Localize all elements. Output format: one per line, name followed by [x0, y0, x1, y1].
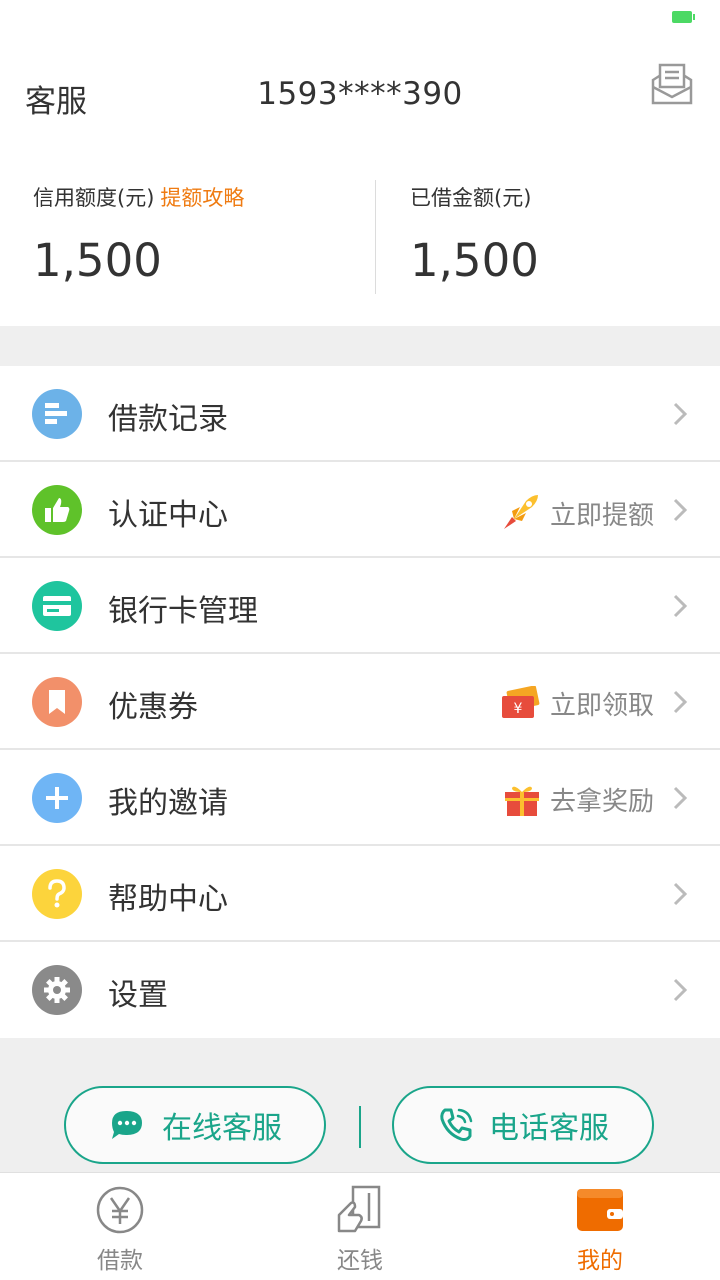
tab-borrow[interactable]: 借款: [60, 1185, 180, 1275]
tab-label: 借款: [97, 1248, 143, 1274]
credit-limit-block: 信用额度(元) 提额攻略 1,500: [33, 182, 244, 287]
credit-limit-value: 1,500: [33, 234, 162, 287]
menu-item-coupons[interactable]: 优惠券 ¥ 立即领取: [0, 654, 720, 750]
borrowed-block: 已借金额(元) 1,500: [410, 182, 539, 287]
credit-summary: 信用额度(元) 提额攻略 1,500 已借金额(元) 1,500: [0, 148, 720, 326]
menu-item-label: 帮助中心: [108, 882, 228, 917]
section-gap: [0, 326, 720, 366]
menu-item-label: 银行卡管理: [108, 594, 258, 629]
chevron-right-icon: [673, 978, 688, 1002]
thumbs-up-icon: [32, 485, 82, 535]
menu-item-label: 优惠券: [108, 690, 198, 725]
tab-repay[interactable]: 还钱: [300, 1185, 420, 1275]
menu-item-verification[interactable]: 认证中心 立即提额: [0, 462, 720, 558]
top-bar: 客服 1593****390: [0, 40, 720, 148]
plus-icon: [32, 773, 82, 823]
menu-item-label: 设置: [108, 978, 168, 1013]
menu-item-extra: 立即领取: [549, 691, 654, 721]
divider: [359, 1106, 361, 1148]
chevron-right-icon: [673, 690, 688, 714]
bank-card-icon: [32, 581, 82, 631]
phone-icon: [440, 1108, 473, 1142]
reward-hint: 去拿奖励: [504, 781, 654, 818]
chevron-right-icon: [673, 882, 688, 906]
bookmark-icon: [32, 677, 82, 727]
divider: [375, 180, 376, 294]
raise-limit-hint: 立即提额: [500, 493, 654, 533]
yen-icon: [96, 1186, 144, 1234]
online-service-label: 在线客服: [162, 1111, 282, 1146]
status-bar: [0, 0, 720, 40]
menu-item-loan-records[interactable]: 借款记录: [0, 366, 720, 462]
phone-service-label: 电话客服: [489, 1111, 609, 1146]
battery-icon: [672, 11, 695, 23]
hand-card-icon: [337, 1185, 381, 1233]
online-service-button[interactable]: 在线客服: [64, 1086, 326, 1164]
tab-label: 我的: [577, 1248, 623, 1274]
credit-limit-label: 信用额度(元): [33, 186, 155, 210]
borrowed-value: 1,500: [410, 234, 539, 287]
chevron-right-icon: [673, 402, 688, 426]
tab-mine[interactable]: 我的: [540, 1185, 660, 1275]
chevron-right-icon: [673, 498, 688, 522]
ticket-icon: ¥: [501, 685, 540, 718]
gift-icon: [504, 786, 539, 816]
list-icon: [32, 389, 82, 439]
wallet-icon: [577, 1189, 623, 1231]
chat-icon: [112, 1111, 142, 1139]
user-phone: 1593****390: [257, 76, 463, 112]
menu-item-invitations[interactable]: 我的邀请 去拿奖励: [0, 750, 720, 846]
menu-item-help[interactable]: 帮助中心: [0, 846, 720, 942]
menu-item-label: 我的邀请: [108, 786, 228, 821]
menu-item-extra: 立即提额: [549, 500, 654, 531]
bottom-tab-bar: 借款 还钱 我的: [0, 1172, 720, 1280]
message-icon[interactable]: [650, 62, 694, 106]
gear-icon: [32, 965, 82, 1015]
svg-text:¥: ¥: [514, 701, 523, 717]
chevron-right-icon: [673, 786, 688, 810]
rocket-icon: [503, 495, 538, 529]
menu-item-bank-cards[interactable]: 银行卡管理: [0, 558, 720, 654]
borrowed-label: 已借金额(元): [410, 186, 532, 210]
menu-item-label: 借款记录: [108, 402, 228, 437]
menu-item-settings[interactable]: 设置: [0, 942, 720, 1038]
support-area: 在线客服 电话客服: [0, 1038, 720, 1173]
raise-limit-link[interactable]: 提额攻略: [160, 186, 244, 210]
tab-label: 还钱: [337, 1248, 383, 1274]
phone-service-button[interactable]: 电话客服: [392, 1086, 654, 1164]
menu-item-extra: 去拿奖励: [549, 787, 654, 817]
chevron-right-icon: [673, 594, 688, 618]
menu-item-label: 认证中心: [108, 498, 228, 533]
claim-coupon-hint: ¥ 立即领取: [500, 685, 654, 722]
question-icon: [32, 869, 82, 919]
menu-list: 借款记录 认证中心 立即提额 银行卡管理 优惠券 ¥ 立即领取 我的邀请 去拿奖…: [0, 366, 720, 1038]
